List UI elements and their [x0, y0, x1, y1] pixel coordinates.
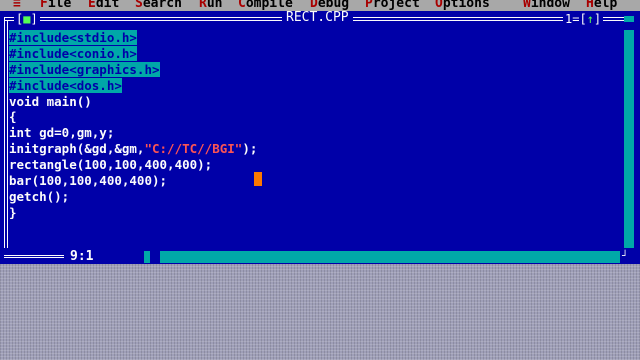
- menu-label: indow: [530, 0, 570, 11]
- code-line[interactable]: getch();: [9, 189, 257, 205]
- code-line[interactable]: bar(100,100,400,400);: [9, 173, 257, 189]
- vertical-scrollbar[interactable]: [624, 16, 634, 264]
- code-text: int gd=0,gm,y;: [9, 125, 115, 141]
- menu-item-search[interactable]: Search: [135, 0, 182, 11]
- code-line[interactable]: }: [9, 205, 257, 221]
- code-line[interactable]: void main(): [9, 94, 257, 110]
- menu-hotkey: S: [135, 0, 143, 11]
- menu-item-window[interactable]: Window: [523, 0, 570, 11]
- selected-text: #include<graphics.h>: [9, 61, 160, 77]
- menu-item-file[interactable]: File: [40, 0, 72, 11]
- menu-item-project[interactable]: Project: [365, 0, 420, 11]
- menu-item-run[interactable]: Run: [199, 0, 223, 11]
- frame-left-outer: [4, 17, 5, 255]
- code-text: rectangle(100,100,400,400);: [9, 157, 213, 173]
- menu-label: earch: [142, 0, 182, 11]
- resize-corner-icon[interactable]: ┘: [622, 250, 636, 264]
- code-text: initgraph(&gd,&gm,: [9, 141, 145, 157]
- selected-text: #include<stdio.h>: [9, 30, 137, 45]
- code-line[interactable]: initgraph(&gd,&gm,"C://TC//BGI");: [9, 141, 257, 157]
- menu-item-options[interactable]: Options: [435, 0, 490, 11]
- code-line[interactable]: rectangle(100,100,400,400);: [9, 157, 257, 173]
- close-square-icon: ■: [23, 12, 31, 26]
- menu-label: dit: [95, 0, 120, 11]
- string-literal: "C://TC//BGI": [144, 141, 243, 157]
- menu-hotkey: E: [88, 0, 96, 11]
- desktop-background: [0, 264, 640, 360]
- window-title: RECT.CPP: [282, 11, 353, 25]
- code-text: bar(100,100,400,400);: [9, 173, 168, 189]
- code-text: }: [9, 204, 17, 220]
- menu-item-debug[interactable]: Debug: [310, 0, 349, 10]
- cursor-position: 9:1: [70, 249, 94, 264]
- menu-label: ile: [47, 0, 72, 11]
- window-number: 1: [565, 12, 573, 26]
- code-line[interactable]: #include<dos.h>: [9, 77, 257, 94]
- menu-item-help[interactable]: Help: [586, 0, 618, 11]
- code-text: void main(): [9, 93, 92, 109]
- code-line[interactable]: int gd=0,gm,y;: [9, 125, 257, 141]
- menu-label: ptions: [442, 0, 490, 11]
- menu-hotkey: O: [435, 0, 443, 11]
- horizontal-scroll-thumb[interactable]: [150, 251, 160, 263]
- menu-label: elp: [593, 0, 618, 11]
- selected-text: #include<dos.h>: [9, 77, 122, 93]
- system-menu-icon[interactable]: ≡: [13, 0, 21, 10]
- code-text: );: [242, 141, 258, 157]
- menu-label: un: [206, 0, 223, 11]
- code-line[interactable]: {: [9, 109, 257, 125]
- menu-hotkey: F: [40, 0, 48, 11]
- selected-text: #include<conio.h>: [9, 45, 137, 61]
- menu-label: roject: [372, 0, 420, 11]
- menu-hotkey: P: [365, 0, 373, 11]
- code-area[interactable]: #include<stdio.h> #include<conio.h> #inclu…: [9, 30, 257, 221]
- menu-hotkey: R: [199, 0, 207, 11]
- editor-window: [■] RECT.CPP 1=[↑] #include<stdio.h> #inc…: [0, 11, 640, 264]
- close-box-button[interactable]: [■]: [14, 13, 40, 25]
- status-frame-left-inner: [4, 257, 64, 258]
- horizontal-scrollbar[interactable]: [144, 251, 620, 263]
- window-controls[interactable]: 1=[↑]: [563, 12, 604, 26]
- frame-left-inner: [7, 20, 8, 255]
- vertical-scroll-thumb[interactable]: [624, 22, 634, 30]
- code-text: {: [9, 109, 17, 125]
- menu-item-compile[interactable]: Compile: [238, 0, 293, 11]
- menu-hotkey: H: [586, 0, 594, 11]
- code-line[interactable]: #include<stdio.h>: [9, 30, 257, 46]
- zoom-arrow-icon[interactable]: ↑: [587, 12, 594, 26]
- status-frame-left: [4, 255, 64, 256]
- text-cursor: [254, 172, 262, 186]
- menu-item-edit[interactable]: Edit: [88, 0, 120, 11]
- code-line[interactable]: #include<graphics.h>: [9, 61, 257, 78]
- code-text: getch();: [9, 188, 70, 204]
- menu-hotkey: W: [523, 0, 531, 11]
- menu-hotkey: C: [238, 0, 246, 11]
- code-line[interactable]: #include<conio.h>: [9, 45, 257, 62]
